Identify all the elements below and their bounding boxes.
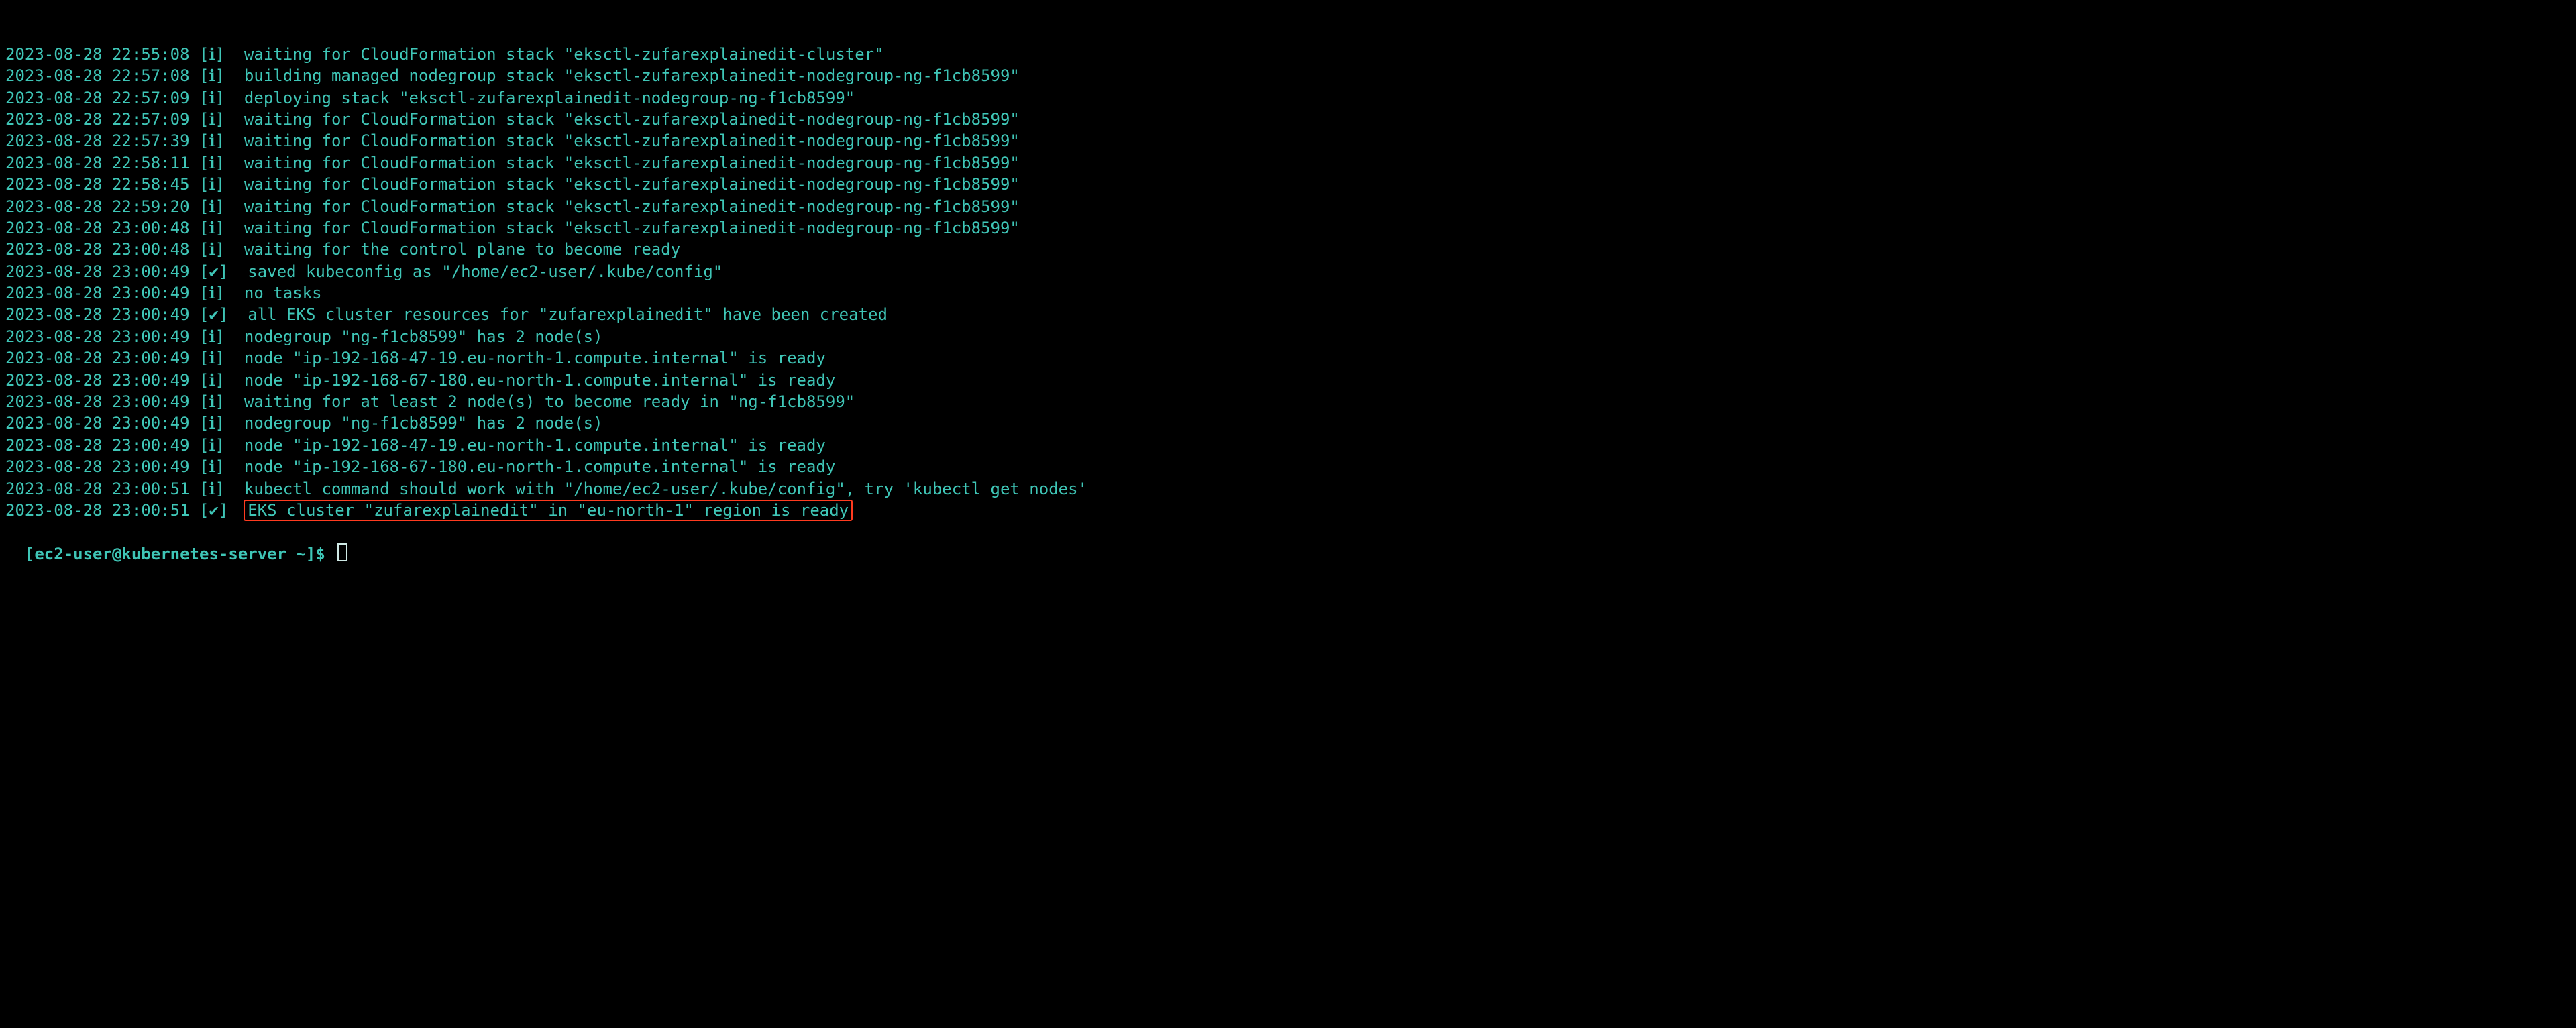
log-timestamp: 2023-08-28 23:00:49 xyxy=(5,457,190,476)
log-level: [✔] xyxy=(199,501,228,520)
log-message: node "ip-192-168-47-19.eu-north-1.comput… xyxy=(244,436,826,455)
cursor-icon xyxy=(337,543,347,562)
log-message: waiting for CloudFormation stack "eksctl… xyxy=(244,45,884,64)
log-timestamp: 2023-08-28 22:57:09 xyxy=(5,89,190,107)
log-line: 2023-08-28 23:00:49 [✔] saved kubeconfig… xyxy=(5,261,2571,282)
log-level: [ℹ] xyxy=(199,284,225,302)
log-timestamp: 2023-08-28 23:00:49 xyxy=(5,284,190,302)
log-level: [ℹ] xyxy=(199,414,225,433)
log-level: [ℹ] xyxy=(199,349,225,367)
log-message: deploying stack "eksctl-zufarexplainedit… xyxy=(244,89,855,107)
log-message-highlighted: EKS cluster "zufarexplainedit" in "eu-no… xyxy=(244,500,853,521)
log-message: kubectl command should work with "/home/… xyxy=(244,479,1087,498)
log-level: [ℹ] xyxy=(199,371,225,390)
log-level: [ℹ] xyxy=(199,197,225,216)
log-line: 2023-08-28 22:57:08 [ℹ] building managed… xyxy=(5,65,2571,87)
log-timestamp: 2023-08-28 22:55:08 xyxy=(5,45,190,64)
log-timestamp: 2023-08-28 22:58:45 xyxy=(5,175,190,194)
log-timestamp: 2023-08-28 22:59:20 xyxy=(5,197,190,216)
log-message: no tasks xyxy=(244,284,322,302)
log-line: 2023-08-28 23:00:49 [ℹ] nodegroup "ng-f1… xyxy=(5,412,2571,434)
log-level: [ℹ] xyxy=(199,131,225,150)
log-line: 2023-08-28 22:58:11 [ℹ] waiting for Clou… xyxy=(5,152,2571,174)
log-line: 2023-08-28 22:58:45 [ℹ] waiting for Clou… xyxy=(5,174,2571,195)
log-timestamp: 2023-08-28 23:00:49 xyxy=(5,349,190,367)
log-line: 2023-08-28 23:00:49 [✔] all EKS cluster … xyxy=(5,304,2571,325)
log-line: 2023-08-28 23:00:48 [ℹ] waiting for Clou… xyxy=(5,217,2571,239)
log-message: waiting for CloudFormation stack "eksctl… xyxy=(244,131,1020,150)
log-message: waiting for at least 2 node(s) to become… xyxy=(244,392,855,411)
log-level: [ℹ] xyxy=(199,66,225,85)
log-message: waiting for CloudFormation stack "eksctl… xyxy=(244,197,1020,216)
log-timestamp: 2023-08-28 23:00:48 xyxy=(5,219,190,237)
log-level: [ℹ] xyxy=(199,240,225,259)
shell-prompt-line[interactable]: [ec2-user@kubernetes-server ~]$ xyxy=(25,545,347,563)
log-message: nodegroup "ng-f1cb8599" has 2 node(s) xyxy=(244,414,603,433)
log-timestamp: 2023-08-28 23:00:49 xyxy=(5,436,190,455)
log-line: 2023-08-28 23:00:49 [ℹ] nodegroup "ng-f1… xyxy=(5,326,2571,347)
log-line: 2023-08-28 23:00:49 [ℹ] waiting for at l… xyxy=(5,391,2571,412)
log-message: waiting for CloudFormation stack "eksctl… xyxy=(244,219,1020,237)
log-level: [✔] xyxy=(199,262,228,281)
log-level: [ℹ] xyxy=(199,392,225,411)
log-message: all EKS cluster resources for "zufarexpl… xyxy=(248,305,888,324)
log-level: [ℹ] xyxy=(199,175,225,194)
log-message: node "ip-192-168-67-180.eu-north-1.compu… xyxy=(244,371,835,390)
log-line: 2023-08-28 22:57:09 [ℹ] waiting for Clou… xyxy=(5,109,2571,130)
log-line: 2023-08-28 23:00:51 [ℹ] kubectl command … xyxy=(5,478,2571,500)
log-level: [ℹ] xyxy=(199,45,225,64)
log-level: [ℹ] xyxy=(199,110,225,129)
log-timestamp: 2023-08-28 22:57:39 xyxy=(5,131,190,150)
log-level: [✔] xyxy=(199,305,228,324)
log-line: 2023-08-28 23:00:49 [ℹ] node "ip-192-168… xyxy=(5,347,2571,369)
log-message: waiting for CloudFormation stack "eksctl… xyxy=(244,110,1020,129)
log-timestamp: 2023-08-28 23:00:49 xyxy=(5,305,190,324)
log-line: 2023-08-28 23:00:49 [ℹ] node "ip-192-168… xyxy=(5,369,2571,391)
log-level: [ℹ] xyxy=(199,457,225,476)
log-message: saved kubeconfig as "/home/ec2-user/.kub… xyxy=(248,262,722,281)
log-level: [ℹ] xyxy=(199,154,225,172)
log-timestamp: 2023-08-28 23:00:51 xyxy=(5,501,190,520)
log-level: [ℹ] xyxy=(199,219,225,237)
log-message: building managed nodegroup stack "eksctl… xyxy=(244,66,1020,85)
log-line: 2023-08-28 23:00:49 [ℹ] no tasks xyxy=(5,282,2571,304)
log-level: [ℹ] xyxy=(199,436,225,455)
log-timestamp: 2023-08-28 23:00:51 xyxy=(5,479,190,498)
log-message: waiting for CloudFormation stack "eksctl… xyxy=(244,154,1020,172)
log-line: 2023-08-28 23:00:49 [ℹ] node "ip-192-168… xyxy=(5,435,2571,456)
log-line: 2023-08-28 22:57:09 [ℹ] deploying stack … xyxy=(5,87,2571,109)
log-level: [ℹ] xyxy=(199,327,225,346)
log-line: 2023-08-28 22:59:20 [ℹ] waiting for Clou… xyxy=(5,196,2571,217)
log-line: 2023-08-28 23:00:51 [✔] EKS cluster "zuf… xyxy=(5,500,2571,521)
log-message: waiting for CloudFormation stack "eksctl… xyxy=(244,175,1020,194)
log-timestamp: 2023-08-28 22:57:09 xyxy=(5,110,190,129)
log-message: node "ip-192-168-47-19.eu-north-1.comput… xyxy=(244,349,826,367)
log-timestamp: 2023-08-28 22:57:08 xyxy=(5,66,190,85)
log-timestamp: 2023-08-28 23:00:49 xyxy=(5,414,190,433)
shell-prompt: [ec2-user@kubernetes-server ~]$ xyxy=(25,545,335,563)
log-timestamp: 2023-08-28 23:00:49 xyxy=(5,371,190,390)
log-timestamp: 2023-08-28 23:00:49 xyxy=(5,392,190,411)
terminal-output: 2023-08-28 22:55:08 [ℹ] waiting for Clou… xyxy=(0,0,2576,571)
log-line: 2023-08-28 22:55:08 [ℹ] waiting for Clou… xyxy=(5,44,2571,65)
log-timestamp: 2023-08-28 23:00:49 xyxy=(5,327,190,346)
log-level: [ℹ] xyxy=(199,479,225,498)
log-level: [ℹ] xyxy=(199,89,225,107)
log-message: nodegroup "ng-f1cb8599" has 2 node(s) xyxy=(244,327,603,346)
log-message: node "ip-192-168-67-180.eu-north-1.compu… xyxy=(244,457,835,476)
log-container: 2023-08-28 22:55:08 [ℹ] waiting for Clou… xyxy=(5,44,2571,522)
log-line: 2023-08-28 23:00:49 [ℹ] node "ip-192-168… xyxy=(5,456,2571,477)
log-line: 2023-08-28 22:57:39 [ℹ] waiting for Clou… xyxy=(5,130,2571,152)
log-message: waiting for the control plane to become … xyxy=(244,240,680,259)
log-timestamp: 2023-08-28 23:00:49 xyxy=(5,262,190,281)
log-timestamp: 2023-08-28 23:00:48 xyxy=(5,240,190,259)
log-timestamp: 2023-08-28 22:58:11 xyxy=(5,154,190,172)
log-line: 2023-08-28 23:00:48 [ℹ] waiting for the … xyxy=(5,239,2571,260)
